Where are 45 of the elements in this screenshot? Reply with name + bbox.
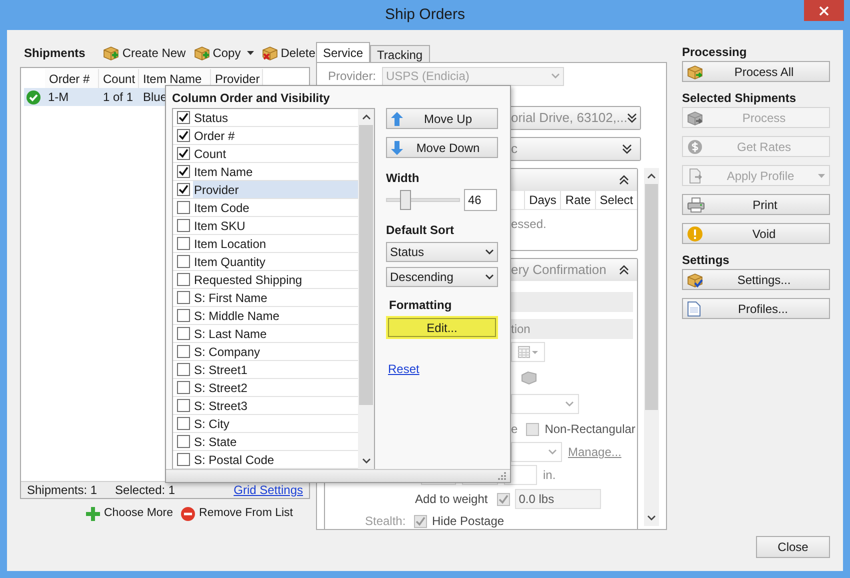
group-title: Selected Shipments [682,90,798,107]
provider-label: Provider: [328,68,374,85]
column-name: Item Code [193,200,250,216]
shipments-count: Shipments: 1 [27,482,98,499]
formatting-label: Formatting [389,297,453,314]
column-name: Requested Shipping [193,272,304,288]
column-name: Item Quantity [193,254,266,270]
section-title: orial Drive, 63102,... [511,109,628,128]
group-title: Settings [682,252,730,269]
column-name: Count [193,146,228,162]
checkbox-label: Non-Rectangular [544,421,636,438]
column-name: S: State [193,434,238,450]
column-name: S: City [193,416,230,432]
column-name: Status [193,110,230,126]
column-name: Order # [193,128,236,144]
subsection-title: tion [511,321,530,338]
column-name: Item Name [193,164,254,180]
column-name: Provider [193,181,358,198]
column-name: S: First Name [193,290,268,306]
section-title: c [511,140,518,158]
rates-message: essed. [511,217,546,231]
table-cell-text: 1-M [47,89,70,106]
column-name: S: Street3 [193,398,248,414]
stealth-label: Stealth: [365,513,407,529]
table-cell-text: 1 of 1 [103,89,134,106]
popup-title: Column Order and Visibility [172,90,331,105]
checkbox-label: Add to weight [415,491,488,508]
column-name: S: Middle Name [193,308,280,324]
section-title: ery Confirmation [511,261,606,280]
checkbox-label: Hide Postage [432,513,504,529]
selected-count: Selected: 1 [115,482,176,499]
group-title: Processing [682,44,748,61]
column-name: S: Street2 [193,380,248,396]
window-title: Ship Orders [384,4,466,25]
column-name: S: Company [193,344,262,360]
unit-label: in. [543,467,556,484]
width-label: Width [386,170,420,187]
sort-label: Default Sort [386,222,456,239]
option-label: e [511,421,518,438]
column-name: S: Street1 [193,362,248,378]
column-name: Item SKU [193,218,246,234]
section-title: Shipments [24,45,86,62]
column-name: S: Last Name [193,326,268,342]
column-name: Item Location [193,236,268,252]
column-name: S: Postal Code [193,452,276,468]
